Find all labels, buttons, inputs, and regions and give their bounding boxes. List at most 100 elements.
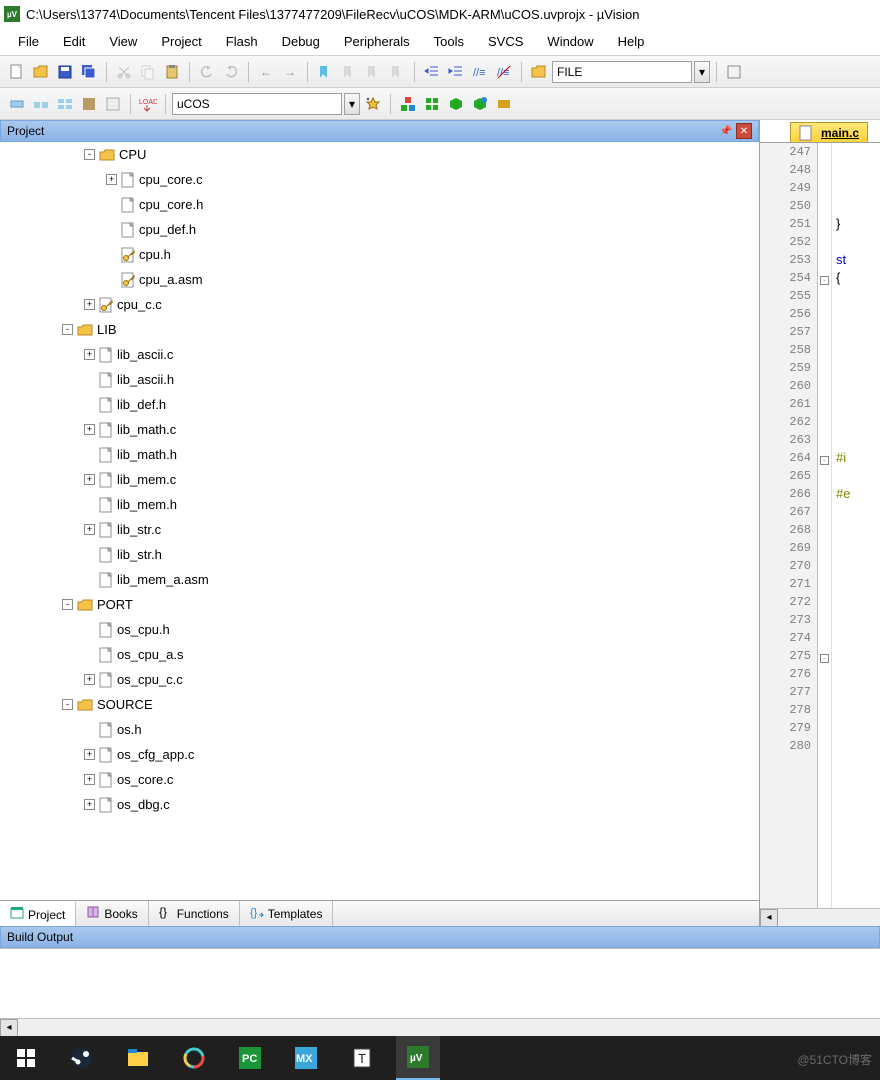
menu-view[interactable]: View [99, 31, 147, 52]
tree-node-PORT[interactable]: -PORT [0, 592, 759, 617]
tree-node-os_core-c[interactable]: +os_core.c [0, 767, 759, 792]
stop-build-icon[interactable] [102, 93, 124, 115]
menu-project[interactable]: Project [151, 31, 211, 52]
tree-node-LIB[interactable]: -LIB [0, 317, 759, 342]
mx-icon[interactable]: MX [284, 1036, 328, 1080]
tree-node-lib_math-h[interactable]: lib_math.h [0, 442, 759, 467]
close-panel-icon[interactable]: ✕ [736, 123, 752, 139]
save-all-icon[interactable] [78, 61, 100, 83]
start-menu-icon[interactable] [4, 1036, 48, 1080]
build-hscroll[interactable]: ◂ [0, 1018, 880, 1036]
tree-node-os_dbg-c[interactable]: +os_dbg.c [0, 792, 759, 817]
bookmark-next-icon[interactable] [362, 61, 384, 83]
scroll-left-icon[interactable]: ◂ [0, 1019, 18, 1037]
nav-fwd-icon[interactable]: → [279, 61, 301, 83]
tree-node-lib_mem-h[interactable]: lib_mem.h [0, 492, 759, 517]
indent-icon[interactable] [421, 61, 443, 83]
browser-icon[interactable] [172, 1036, 216, 1080]
tree-node-cpu_c-c[interactable]: +cpu_c.c [0, 292, 759, 317]
collapse-icon[interactable]: - [62, 699, 73, 710]
tree-node-os_cpu_c-c[interactable]: +os_cpu_c.c [0, 667, 759, 692]
find-in-files-icon[interactable] [528, 61, 550, 83]
tree-node-lib_def-h[interactable]: lib_def.h [0, 392, 759, 417]
expand-icon[interactable]: + [84, 524, 95, 535]
uncomment-icon[interactable]: //≡ [493, 61, 515, 83]
file-explorer-icon[interactable] [116, 1036, 160, 1080]
expand-icon[interactable]: + [84, 749, 95, 760]
expand-icon[interactable]: + [84, 299, 95, 310]
menu-tools[interactable]: Tools [424, 31, 474, 52]
menu-debug[interactable]: Debug [272, 31, 330, 52]
menu-edit[interactable]: Edit [53, 31, 95, 52]
fold-gutter[interactable]: --- [818, 143, 832, 908]
bottom-tab-templates[interactable]: {}Templates [240, 901, 334, 926]
tree-node-CPU[interactable]: -CPU [0, 142, 759, 167]
tree-node-os_cpu-h[interactable]: os_cpu.h [0, 617, 759, 642]
batch-build-icon[interactable] [78, 93, 100, 115]
bottom-tab-books[interactable]: Books [76, 901, 148, 926]
tree-node-lib_mem-c[interactable]: +lib_mem.c [0, 467, 759, 492]
tree-node-lib_ascii-c[interactable]: +lib_ascii.c [0, 342, 759, 367]
editor-tab-main[interactable]: main.c [790, 122, 868, 142]
collapse-icon[interactable]: - [62, 324, 73, 335]
find-combo-drop-icon[interactable]: ▾ [694, 61, 710, 83]
manage-rte-icon[interactable] [397, 93, 419, 115]
expand-icon[interactable]: + [84, 674, 95, 685]
tree-node-SOURCE[interactable]: -SOURCE [0, 692, 759, 717]
pack-installer-icon[interactable] [421, 93, 443, 115]
menu-svcs[interactable]: SVCS [478, 31, 533, 52]
undo-icon[interactable] [196, 61, 218, 83]
menu-peripherals[interactable]: Peripherals [334, 31, 420, 52]
rebuild-icon[interactable] [54, 93, 76, 115]
tree-node-lib_mem_a-asm[interactable]: lib_mem_a.asm [0, 567, 759, 592]
uvision-taskbar-icon[interactable]: µV [396, 1036, 440, 1080]
expand-icon[interactable]: + [106, 174, 117, 185]
open-icon[interactable] [30, 61, 52, 83]
expand-icon[interactable]: + [84, 349, 95, 360]
collapse-icon[interactable]: - [84, 149, 95, 160]
tree-node-lib_str-c[interactable]: +lib_str.c [0, 517, 759, 542]
paste-icon[interactable] [161, 61, 183, 83]
menu-flash[interactable]: Flash [216, 31, 268, 52]
build-icon[interactable] [30, 93, 52, 115]
new-file-icon[interactable] [6, 61, 28, 83]
save-icon[interactable] [54, 61, 76, 83]
code-area[interactable]: }st{#i#e [832, 143, 880, 908]
translate-icon[interactable] [6, 93, 28, 115]
expand-icon[interactable]: + [84, 774, 95, 785]
bottom-tab-functions[interactable]: {}Functions [149, 901, 240, 926]
pycharm-icon[interactable]: PC [228, 1036, 272, 1080]
menu-file[interactable]: File [8, 31, 49, 52]
tree-node-lib_ascii-h[interactable]: lib_ascii.h [0, 367, 759, 392]
outdent-icon[interactable] [445, 61, 467, 83]
editor-hscroll[interactable]: ◂ [760, 908, 880, 926]
options-icon[interactable] [362, 93, 384, 115]
scroll-left-icon[interactable]: ◂ [760, 909, 778, 927]
collapse-icon[interactable]: - [62, 599, 73, 610]
target-combo[interactable]: uCOS [172, 93, 342, 115]
tree-node-lib_str-h[interactable]: lib_str.h [0, 542, 759, 567]
menu-window[interactable]: Window [537, 31, 603, 52]
select-sw-packs-icon[interactable] [469, 93, 491, 115]
manage-mlayer-icon[interactable] [493, 93, 515, 115]
cut-icon[interactable] [113, 61, 135, 83]
nav-back-icon[interactable]: ← [255, 61, 277, 83]
tree-node-cpu_a-asm[interactable]: cpu_a.asm [0, 267, 759, 292]
bookmark-icon[interactable] [314, 61, 336, 83]
download-icon[interactable]: LOAD [137, 93, 159, 115]
bookmark-clear-icon[interactable] [386, 61, 408, 83]
project-tree[interactable]: -CPU+cpu_core.ccpu_core.hcpu_def.hcpu.hc… [0, 142, 759, 900]
pin-icon[interactable]: 📌 [718, 123, 734, 139]
menu-help[interactable]: Help [608, 31, 655, 52]
tree-node-os_cfg_app-c[interactable]: +os_cfg_app.c [0, 742, 759, 767]
tree-node-os-h[interactable]: os.h [0, 717, 759, 742]
expand-icon[interactable]: + [84, 474, 95, 485]
tree-node-cpu-h[interactable]: cpu.h [0, 242, 759, 267]
manage-packs-icon[interactable] [445, 93, 467, 115]
tree-node-lib_math-c[interactable]: +lib_math.c [0, 417, 759, 442]
expand-icon[interactable]: + [84, 424, 95, 435]
copy-icon[interactable] [137, 61, 159, 83]
bottom-tab-project[interactable]: Project [0, 901, 76, 926]
redo-icon[interactable] [220, 61, 242, 83]
tool-extra-icon[interactable] [723, 61, 745, 83]
